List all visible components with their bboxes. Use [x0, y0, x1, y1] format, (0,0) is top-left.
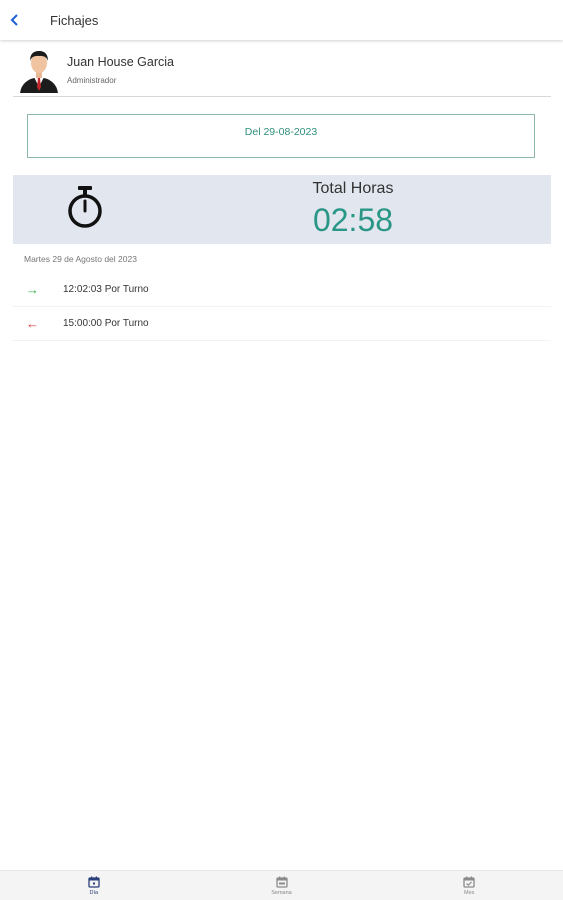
top-app-bar: Fichajes	[0, 0, 563, 40]
tab-mes[interactable]: Mes	[375, 871, 563, 900]
bottom-navigation: Día Semana Mes	[0, 870, 563, 900]
back-button[interactable]	[0, 0, 30, 40]
arrow-left-icon: ←	[26, 316, 39, 331]
day-heading: Martes 29 de Agosto del 2023	[24, 254, 137, 264]
total-hours-value: 02:58	[312, 202, 394, 238]
list-item[interactable]: ← 15:00:00 Por Turno	[13, 307, 551, 341]
total-hours-panel: Total Horas 02:58	[13, 175, 551, 244]
tab-label: Día	[89, 889, 99, 896]
arrow-right-icon: →	[26, 282, 39, 297]
user-name: Juan House Garcia	[67, 55, 175, 69]
avatar	[20, 51, 58, 93]
total-hours-label: Total Horas	[312, 180, 394, 197]
entry-text: 12:02:03 Por Turno	[63, 284, 149, 295]
page-title: Fichajes	[50, 12, 99, 28]
tab-dia[interactable]: Día	[0, 871, 188, 900]
calendar-week-icon	[275, 876, 288, 888]
user-card: Juan House Garcia Administrador	[13, 44, 551, 97]
date-filter-label: Del 29-08-2023	[244, 126, 318, 138]
calendar-check-icon	[463, 876, 475, 888]
calendar-day-icon	[88, 876, 100, 888]
tab-label: Mes	[463, 889, 475, 896]
tab-semana[interactable]: Semana	[188, 871, 376, 900]
user-role: Administrador	[67, 76, 117, 85]
date-filter-button[interactable]: Del 29-08-2023	[27, 114, 535, 158]
stopwatch-icon	[68, 186, 102, 228]
chevron-left-icon	[10, 14, 18, 26]
tab-label: Semana	[271, 889, 292, 896]
list-item[interactable]: → 12:02:03 Por Turno	[13, 273, 551, 307]
entry-text: 15:00:00 Por Turno	[63, 318, 149, 329]
